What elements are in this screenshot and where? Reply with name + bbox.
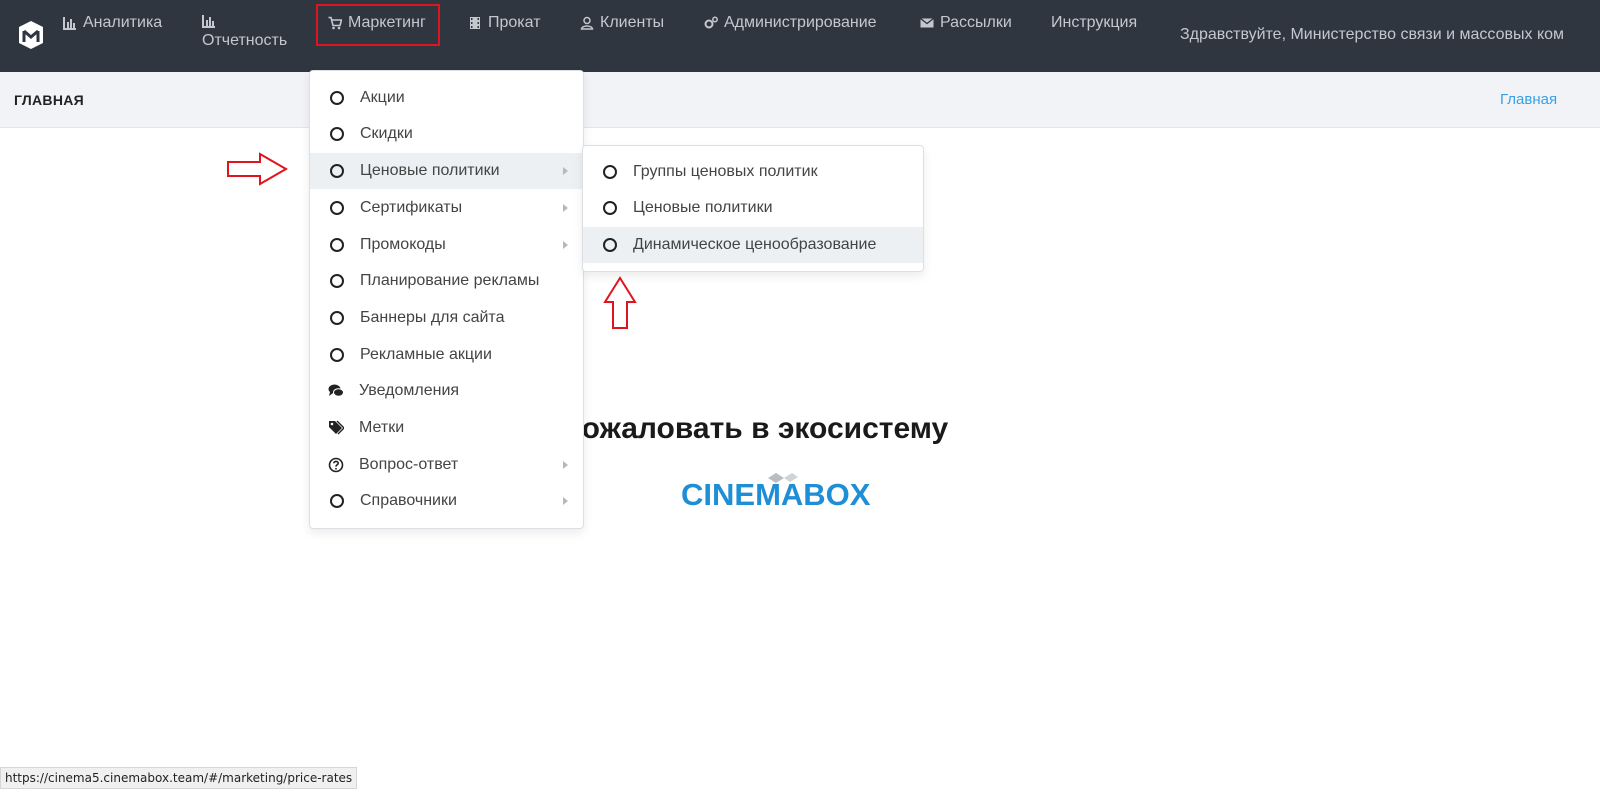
nav-analytics[interactable]: Аналитика [63, 14, 162, 32]
nav-administration-label: Администрирование [724, 14, 877, 31]
user-icon [580, 16, 594, 30]
chevron-right-icon [563, 167, 568, 175]
circle-icon [330, 91, 344, 105]
circle-icon [330, 274, 344, 288]
right-arrow-annotation-icon [227, 152, 288, 186]
nav-instructions-label: Инструкция [1051, 14, 1138, 31]
menu-item-notifications[interactable]: Уведомления [310, 373, 583, 409]
price-policies-submenu: Группы ценовых политик Ценовые политики … [582, 145, 924, 272]
chevron-right-icon [563, 204, 568, 212]
submenu-item-dynamic-pricing[interactable]: Динамическое ценообразование [583, 227, 923, 263]
menu-item-label: Промокоды [360, 236, 446, 253]
menu-item-price-policies[interactable]: Ценовые политики [310, 153, 583, 189]
circle-icon [330, 164, 344, 178]
submenu-item-label: Ценовые политики [633, 199, 773, 216]
menu-item-label: Вопрос-ответ [359, 456, 459, 473]
menu-item-ad-planning[interactable]: Планирование рекламы [310, 263, 583, 299]
welcome-heading: бро пожаловать в экосистему [500, 412, 949, 445]
page-header: ГЛАВНАЯ Главная [0, 72, 1600, 128]
nav-instructions[interactable]: Инструкция [1051, 14, 1137, 32]
question-circle-icon [328, 457, 344, 473]
circle-icon [330, 127, 344, 141]
nav-reports[interactable]: Отчетность [202, 14, 287, 50]
bar-chart-icon [202, 15, 215, 28]
submenu-item-price-policies[interactable]: Ценовые политики [583, 190, 923, 226]
bar-chart-icon [63, 17, 76, 30]
cinemabox-logo[interactable] [18, 20, 44, 50]
breadcrumb-home[interactable]: Главная [1500, 91, 1557, 108]
menu-item-label: Рекламные акции [360, 346, 492, 363]
menu-item-tags[interactable]: Метки [310, 410, 583, 446]
circle-icon [603, 238, 617, 252]
marketing-dropdown-menu: Акции Скидки Ценовые политики Сертификат… [309, 70, 584, 529]
chevron-right-icon [563, 241, 568, 249]
nav-marketing[interactable]: Маркетинг [328, 14, 426, 32]
nav-mailings[interactable]: Рассылки [920, 14, 1012, 32]
up-arrow-annotation-icon [603, 276, 637, 329]
nav-administration[interactable]: Администрирование [704, 14, 877, 32]
menu-item-label: Метки [359, 419, 405, 436]
brand-text: CINEMABOX [681, 477, 871, 512]
cart-icon [328, 16, 342, 30]
tags-icon [329, 420, 344, 435]
chevron-right-icon [563, 497, 568, 505]
gears-icon [704, 16, 718, 29]
nav-rental-label: Прокат [488, 14, 541, 31]
chevron-right-icon [563, 461, 568, 469]
user-greeting: Здравствуйте, Министерство связи и массо… [1180, 26, 1565, 43]
circle-icon [330, 238, 344, 252]
nav-analytics-label: Аналитика [83, 14, 163, 31]
nav-mailings-label: Рассылки [940, 14, 1012, 31]
top-navbar: Аналитика Отчетность Маркетинг Прокат Кл… [0, 0, 1600, 72]
menu-item-label: Ценовые политики [360, 162, 500, 179]
menu-item-faq[interactable]: Вопрос-ответ [310, 447, 583, 483]
nav-rental[interactable]: Прокат [468, 14, 541, 32]
circle-icon [603, 201, 617, 215]
film-icon [470, 17, 480, 29]
submenu-item-label: Динамическое ценообразование [633, 236, 877, 253]
submenu-item-label: Группы ценовых политик [633, 163, 818, 180]
circle-icon [330, 201, 344, 215]
menu-item-label: Сертификаты [360, 199, 463, 216]
menu-item-promotions[interactable]: Акции [310, 80, 583, 116]
menu-item-discounts[interactable]: Скидки [310, 116, 583, 152]
comments-icon [328, 384, 344, 397]
menu-item-certificates[interactable]: Сертификаты [310, 190, 583, 226]
menu-item-site-banners[interactable]: Баннеры для сайта [310, 300, 583, 336]
menu-item-label: Справочники [360, 492, 457, 509]
circle-icon [330, 348, 344, 362]
nav-clients-label: Клиенты [600, 14, 665, 31]
cinemabox-brand-logo: CINEMABOX [680, 470, 890, 520]
nav-clients[interactable]: Клиенты [580, 14, 664, 32]
page-title: ГЛАВНАЯ [14, 92, 85, 108]
menu-item-label: Баннеры для сайта [360, 309, 505, 326]
menu-item-promocodes[interactable]: Промокоды [310, 227, 583, 263]
circle-icon [603, 165, 617, 179]
menu-item-references[interactable]: Справочники [310, 483, 583, 519]
status-bar-url: https://cinema5.cinemabox.team/#/marketi… [0, 767, 358, 789]
menu-item-label: Акции [360, 89, 405, 106]
envelope-icon [920, 17, 934, 28]
menu-item-label: Уведомления [359, 382, 460, 399]
circle-icon [330, 311, 344, 325]
submenu-item-price-policy-groups[interactable]: Группы ценовых политик [583, 154, 923, 190]
circle-icon [330, 494, 344, 508]
nav-marketing-label: Маркетинг [348, 14, 426, 31]
menu-item-ad-campaigns[interactable]: Рекламные акции [310, 337, 583, 373]
nav-reports-label: Отчетность [202, 32, 288, 49]
menu-item-label: Скидки [360, 125, 413, 142]
menu-item-label: Планирование рекламы [360, 272, 540, 289]
